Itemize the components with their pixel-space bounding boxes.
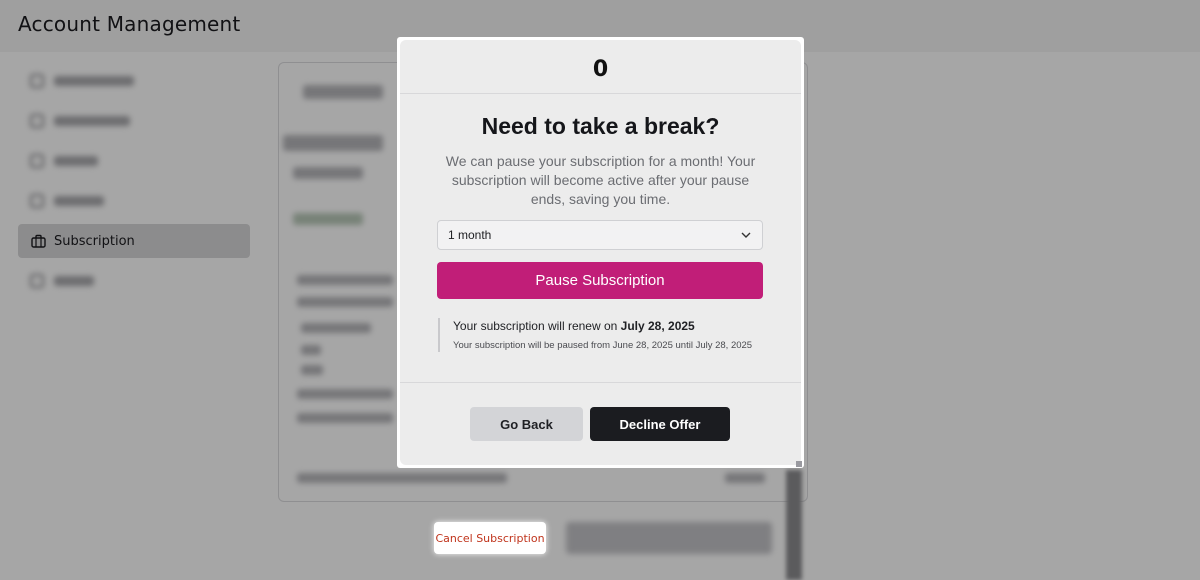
renewal-text: Your subscription will renew on July 28,…: [453, 319, 768, 333]
pause-period-text: Your subscription will be paused from Ju…: [453, 340, 753, 351]
dialog-heading: Need to take a break?: [481, 113, 720, 139]
renewal-date: July 28, 2025: [620, 319, 695, 333]
go-back-button[interactable]: Go Back: [470, 407, 583, 441]
pause-duration-select[interactable]: 1 month: [437, 220, 763, 250]
pause-duration-value: 1 month: [448, 228, 492, 242]
chevron-down-icon: [740, 229, 752, 241]
pause-offer-dialog: 0 Need to take a break? We can pause you…: [400, 40, 801, 465]
dialog-description: We can pause your subscription for a mon…: [445, 153, 756, 207]
cancel-subscription-button[interactable]: Cancel Subscription: [434, 522, 546, 554]
renewal-prefix: Your subscription will renew on: [453, 319, 621, 333]
brand-logo: 0: [592, 57, 609, 82]
dialog-header: 0: [400, 40, 801, 94]
pause-subscription-button[interactable]: Pause Subscription: [437, 262, 763, 299]
decline-offer-button[interactable]: Decline Offer: [590, 407, 730, 441]
resize-handle[interactable]: [796, 461, 802, 467]
renewal-info: Your subscription will renew on July 28,…: [438, 318, 768, 352]
dialog-divider: [400, 382, 801, 383]
pause-offer-dialog-frame: 0 Need to take a break? We can pause you…: [397, 37, 804, 468]
